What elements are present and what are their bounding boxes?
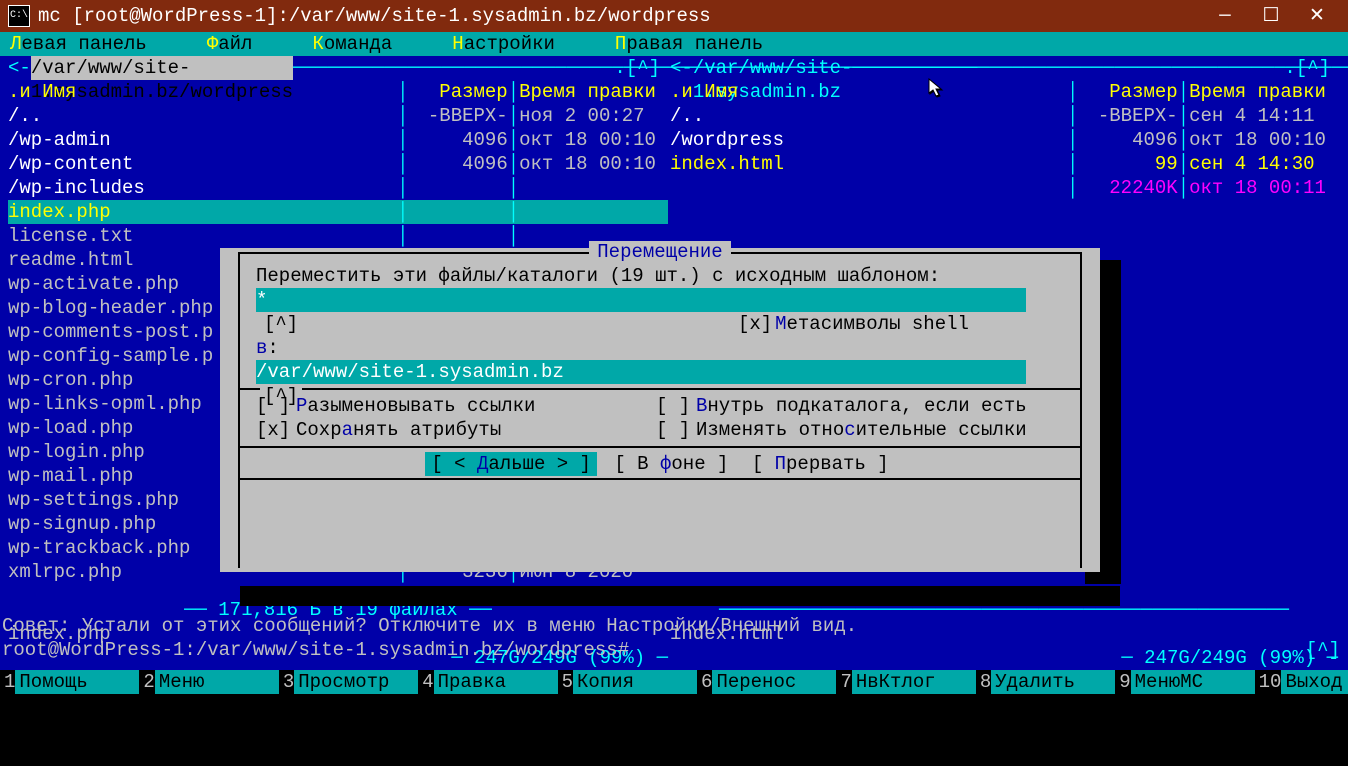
dialog-button[interactable]: [ Прервать ]: [746, 452, 895, 476]
menu-item[interactable]: Команда: [312, 32, 392, 56]
file-row[interactable]: index.html│99│сен 4 14:30: [670, 152, 1338, 176]
hint-line: Совет: Устали от этих сообщений? Отключи…: [2, 614, 857, 638]
option-label: Сохранять атрибуты: [296, 419, 501, 441]
fkey[interactable]: 4Правка: [418, 670, 557, 694]
menu-item[interactable]: Правая панель: [615, 32, 763, 56]
terminal: <- /var/www/site-1.sysadmin.bz/wordpress…: [0, 56, 1348, 694]
minimize-button[interactable]: ─: [1202, 0, 1248, 32]
menubar: Левая панель Файл Команда Настройки Правая п…: [0, 32, 1348, 56]
dialog-prompt: Переместить эти файлы/каталоги (19 шт.) …: [240, 264, 1080, 288]
fkey[interactable]: 1Помощь: [0, 670, 139, 694]
titlebar: C:\ mc [root@WordPress-1]:/var/www/site-…: [0, 0, 1348, 32]
fkey[interactable]: 7НвКтлог: [836, 670, 975, 694]
file-row[interactable]: │22240K│окт 18 00:11: [670, 176, 1338, 200]
history-button[interactable]: [^]: [260, 313, 302, 335]
file-row[interactable]: /wp-admin│4096│окт 18 00:10: [8, 128, 668, 152]
destination-input[interactable]: /var/www/site-1.sysadmin.bz: [256, 360, 1026, 384]
option-label: Изменять относительные ссылки: [696, 419, 1027, 441]
option-label: Разыменовывать ссылки: [296, 395, 535, 417]
file-row[interactable]: /..│-ВВЕРХ-│сен 4 14:11: [670, 104, 1338, 128]
fkey[interactable]: 9МенюМС: [1115, 670, 1254, 694]
dialog-shadow: [240, 586, 1120, 606]
file-row[interactable]: /..│-ВВЕРХ-│ноя 2 00:27: [8, 104, 668, 128]
maximize-button[interactable]: ☐: [1248, 0, 1294, 32]
panel-path[interactable]: /var/www/site-1.sysadmin.bz/wordpress: [31, 56, 293, 80]
dialog-button[interactable]: [ < Дальше > ]: [425, 452, 597, 476]
panel-path[interactable]: /var/www/site-1.sysadmin.bz: [693, 56, 853, 80]
file-row[interactable]: /wp-content│4096│окт 18 00:10: [8, 152, 668, 176]
fkey[interactable]: 2Меню: [139, 670, 278, 694]
close-button[interactable]: ✕: [1294, 0, 1340, 32]
fkey[interactable]: 3Просмотр: [279, 670, 418, 694]
option-checkbox[interactable]: [ ]: [256, 394, 296, 418]
move-dialog: Перемещение Переместить эти файлы/катало…: [220, 248, 1100, 572]
menu-item[interactable]: Настройки: [452, 32, 555, 56]
dialog-button[interactable]: [ В фоне ]: [608, 452, 734, 476]
menu-item[interactable]: Файл: [207, 32, 253, 56]
up-button[interactable]: .[^]: [1284, 56, 1330, 80]
fkey[interactable]: 5Копия: [558, 670, 697, 694]
shell-meta-label: Метасимволы shell: [775, 313, 969, 335]
shell-prompt[interactable]: root@WordPress-1:/var/www/site-1.sysadmi…: [2, 638, 629, 662]
fkey-bar: 1Помощь2Меню3Просмотр4Правка5Копия6Перен…: [0, 670, 1348, 694]
fkey[interactable]: 6Перенос: [697, 670, 836, 694]
dest-label: в:: [240, 336, 1080, 360]
app-icon: C:\: [8, 5, 30, 27]
up-button[interactable]: .[^]: [614, 56, 660, 80]
prompt-history-button[interactable]: [^]: [1306, 638, 1340, 662]
source-pattern-input[interactable]: *: [256, 288, 1026, 312]
file-row[interactable]: /wp-includes││: [8, 176, 668, 200]
option-label: Внутрь подкаталога, если есть: [696, 395, 1027, 417]
window-title: mc [root@WordPress-1]:/var/www/site-1.sy…: [38, 4, 711, 28]
option-checkbox[interactable]: [x]: [256, 418, 296, 442]
file-row[interactable]: index.php││: [8, 200, 668, 224]
file-row[interactable]: /wordpress│4096│окт 18 00:10: [670, 128, 1338, 152]
fkey[interactable]: 10Выход: [1255, 670, 1348, 694]
dialog-title: Перемещение: [589, 241, 730, 263]
option-checkbox[interactable]: [ ]: [656, 394, 696, 418]
shell-meta-checkbox[interactable]: [x]: [735, 312, 775, 336]
option-checkbox[interactable]: [ ]: [656, 418, 696, 442]
menu-item[interactable]: Левая панель: [10, 32, 147, 56]
fkey[interactable]: 8Удалить: [976, 670, 1115, 694]
